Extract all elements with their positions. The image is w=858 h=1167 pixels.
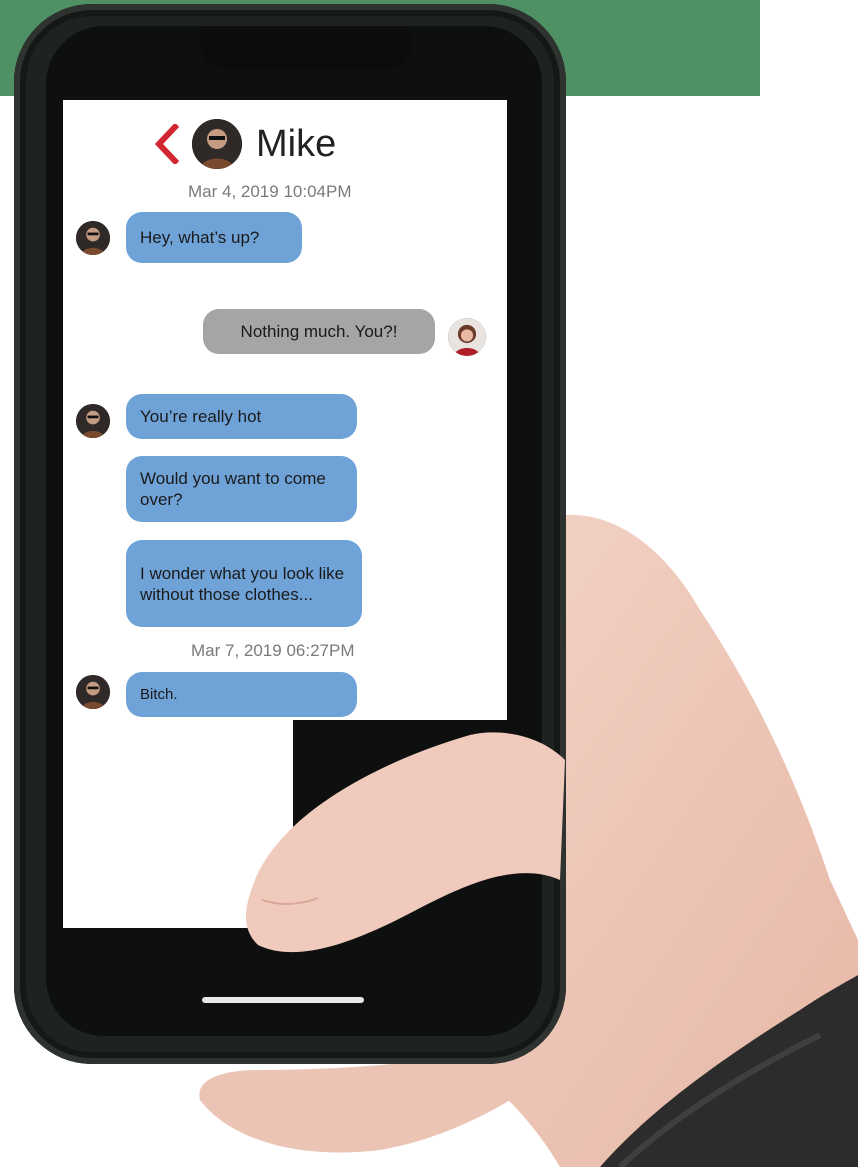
home-indicator[interactable] — [202, 997, 364, 1003]
sender-avatar — [76, 404, 110, 438]
sender-avatar — [76, 675, 110, 709]
avatar-icon — [76, 221, 110, 255]
sender-avatar — [76, 221, 110, 255]
message-bubble-incoming[interactable]: Hey, what’s up? — [126, 212, 302, 263]
message-bubble-incoming[interactable]: You’re really hot — [126, 394, 357, 439]
contact-avatar[interactable] — [192, 119, 242, 169]
chat-header: Mike — [148, 118, 336, 170]
avatar-icon — [76, 675, 110, 709]
message-bubble-incoming[interactable]: I wonder what you look like without thos… — [126, 540, 362, 627]
message-bubble-outgoing[interactable]: Nothing much. You?! — [203, 309, 435, 354]
avatar-icon — [448, 318, 486, 356]
chat-screen-lower — [63, 720, 293, 928]
chevron-left-icon — [154, 124, 179, 164]
timestamp-1: Mar 4, 2019 10:04PM — [188, 182, 352, 201]
avatar-icon — [192, 119, 242, 169]
phone-notch — [201, 30, 411, 70]
my-avatar — [448, 318, 486, 356]
timestamp-2: Mar 7, 2019 06:27PM — [191, 641, 355, 660]
message-bubble-incoming[interactable]: Would you want to come over? — [126, 456, 357, 522]
contact-name: Mike — [256, 122, 337, 165]
back-button[interactable] — [148, 121, 184, 167]
avatar-icon — [76, 404, 110, 438]
message-bubble-incoming[interactable]: Bitch. — [126, 672, 357, 717]
